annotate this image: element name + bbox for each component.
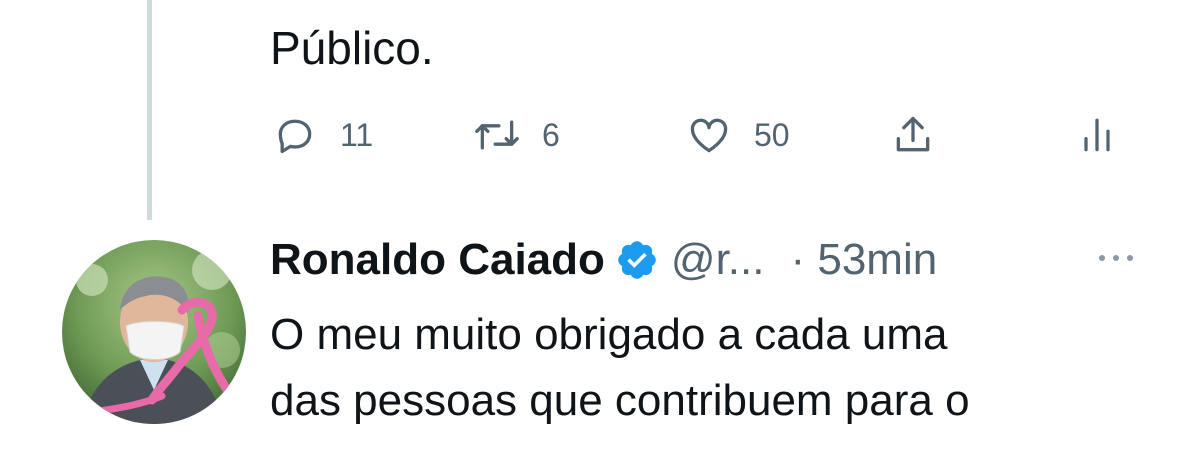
reply-button[interactable]: 11	[270, 110, 373, 160]
tweet-text-line: O meu muito obrigado a cada uma	[270, 310, 948, 359]
analytics-icon	[1072, 110, 1122, 160]
retweet-button[interactable]: 6	[472, 110, 560, 160]
like-icon	[684, 110, 734, 160]
author-avatar[interactable]	[62, 240, 246, 424]
tweet-text-line: das pessoas que contribuem para o	[270, 376, 970, 425]
tweet-header: Ronaldo Caiado @r... · 53min	[270, 230, 937, 290]
thread-connector-line	[147, 0, 152, 220]
author-name[interactable]: Ronaldo Caiado	[270, 235, 605, 285]
tweet-text: O meu muito obrigado a cada uma das pess…	[270, 302, 1170, 434]
share-button[interactable]	[888, 110, 938, 160]
reply-icon	[270, 110, 320, 160]
reply-count: 11	[340, 116, 374, 153]
retweet-icon	[472, 110, 522, 160]
like-button[interactable]: 50	[684, 110, 790, 160]
analytics-button[interactable]	[1072, 110, 1122, 160]
tweet-timestamp[interactable]: · 53min	[790, 235, 937, 285]
verified-badge-icon	[615, 238, 659, 282]
author-handle[interactable]: @r...	[671, 235, 765, 285]
tweet-thread-view: Público. 11 6 50 Ronaldo Caiado @r... · …	[0, 0, 1200, 455]
previous-tweet-text: Público.	[270, 22, 434, 74]
like-count: 50	[754, 116, 790, 153]
share-icon	[888, 110, 938, 160]
more-options-icon[interactable]	[1092, 243, 1140, 273]
retweet-count: 6	[542, 116, 560, 153]
